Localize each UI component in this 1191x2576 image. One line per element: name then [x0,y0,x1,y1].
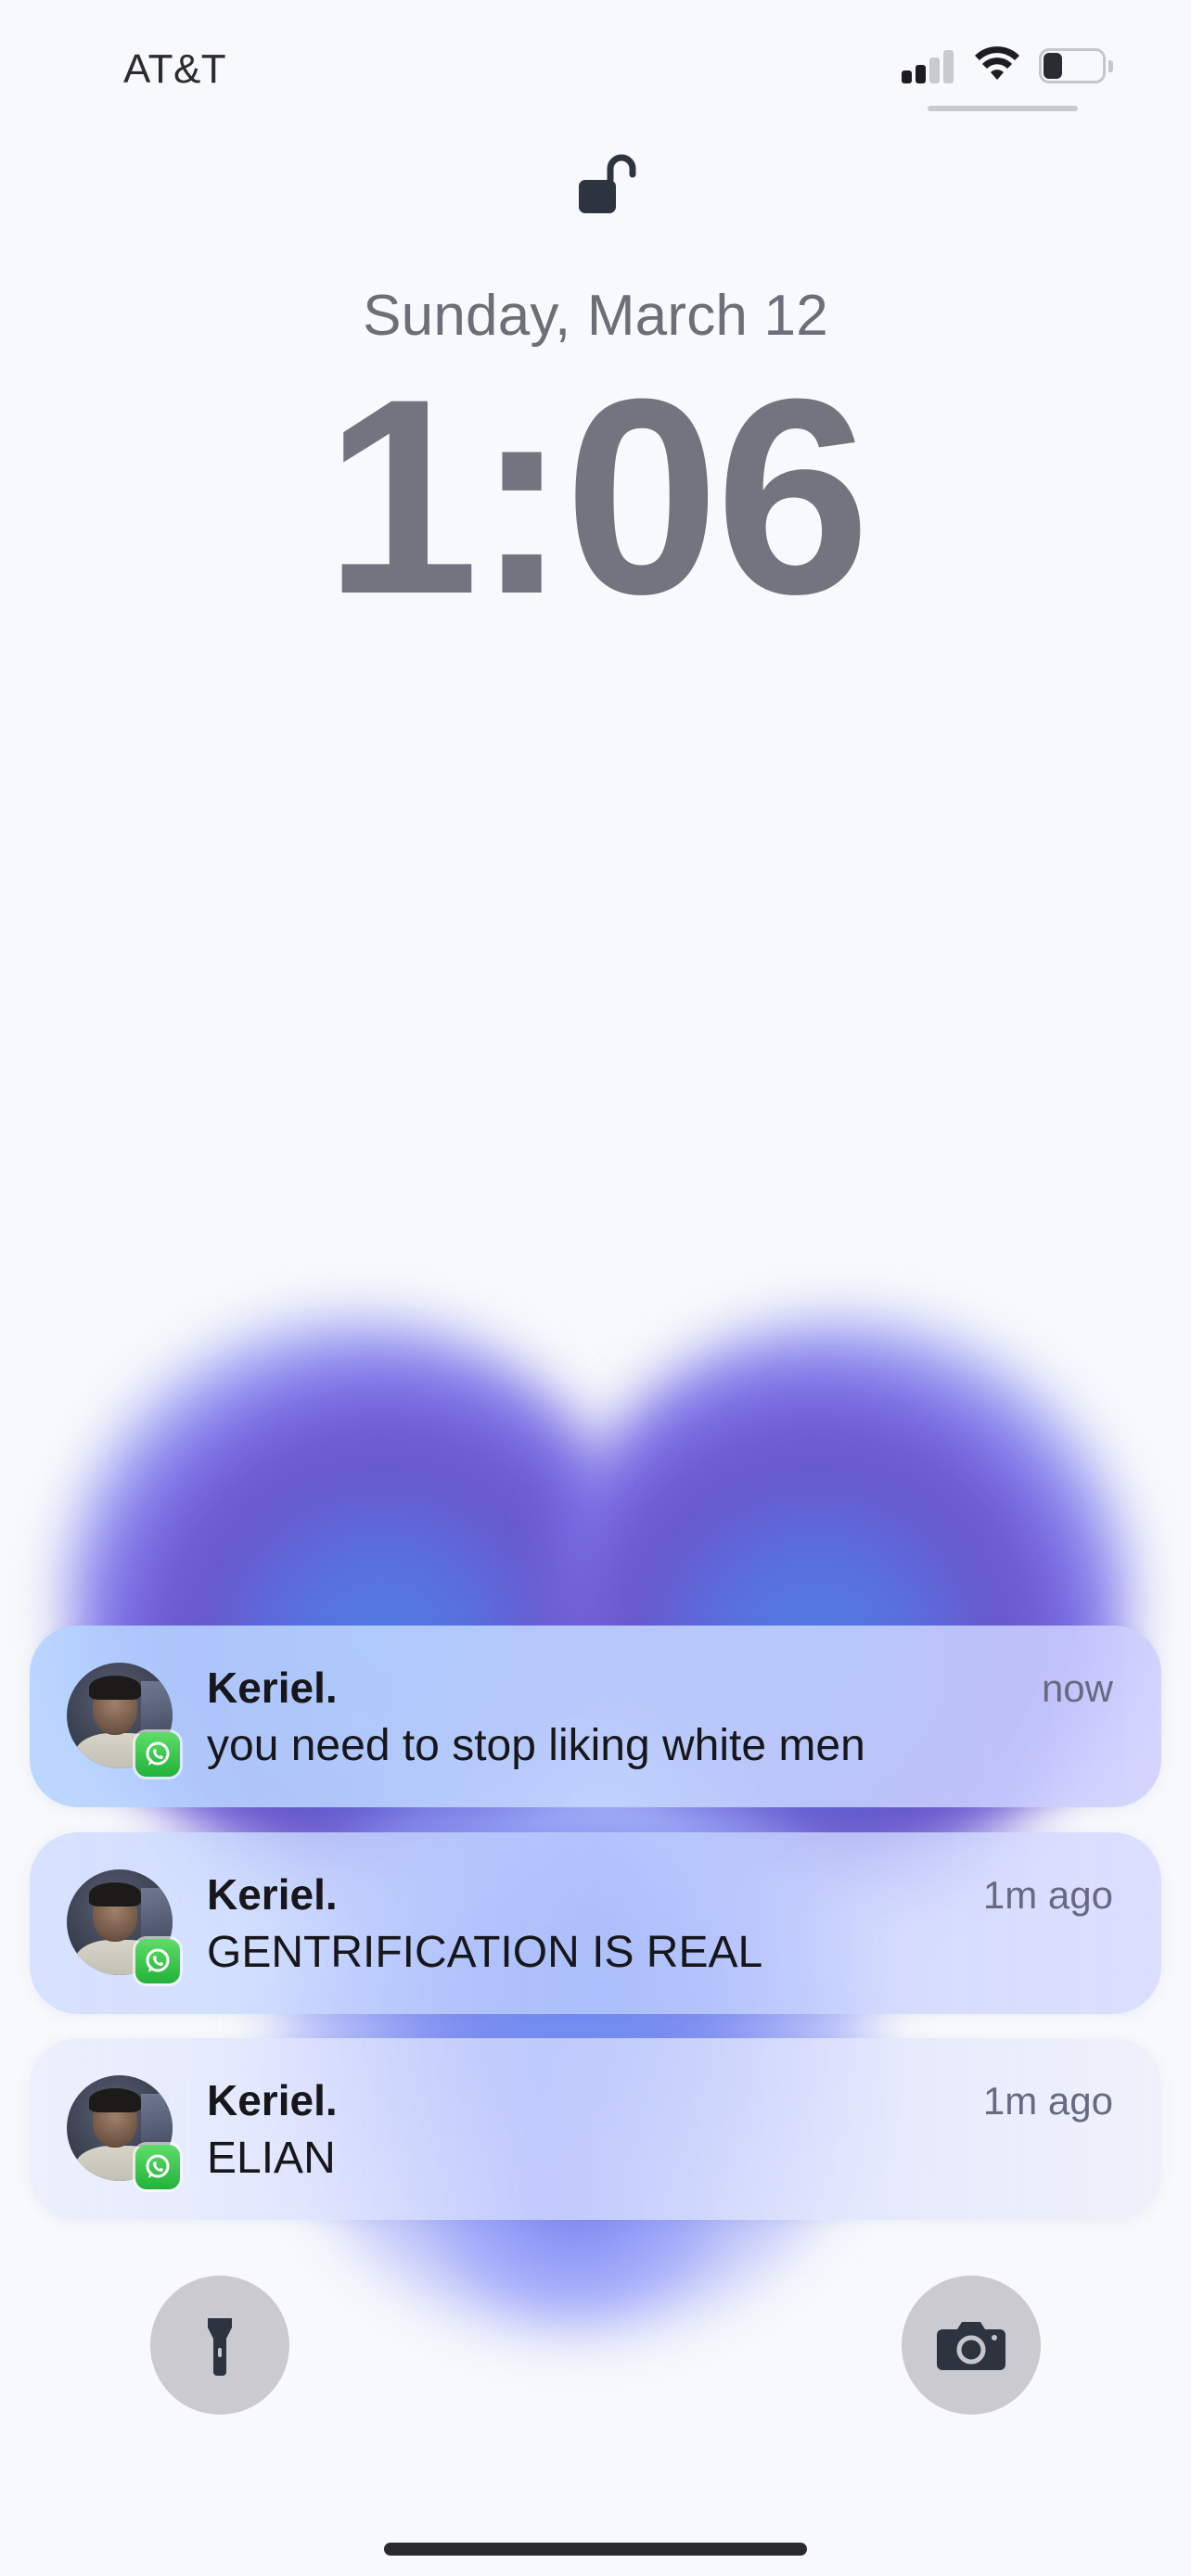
notification-message: you need to stop liking white men [207,1721,865,1770]
flashlight-button[interactable] [150,2276,289,2415]
notification-message: ELIAN [207,2134,336,2183]
carrier-label: AT&T [123,46,227,92]
whatsapp-icon [135,1732,180,1777]
notification-sender: Keriel. [207,1664,338,1712]
battery-level-fill [1044,53,1062,79]
signal-bar [929,57,940,83]
wifi-icon [975,46,1019,80]
notification-card[interactable]: Keriel. now you need to stop liking whit… [30,1626,1161,1807]
signal-bar [943,50,954,83]
notification-sender: Keriel. [207,2076,338,2124]
notification-time: 1m ago [982,1873,1113,1917]
unlocked-padlock-icon [579,154,636,213]
cellular-signal-icon [902,50,957,83]
whatsapp-icon [135,2145,180,2189]
lock-screen-date: Sunday, March 12 [363,284,828,348]
signal-bar [916,65,926,83]
notification-message: GENTRIFICATION IS REAL [207,1928,763,1977]
whatsapp-icon [135,1939,180,1983]
home-indicator[interactable] [384,2543,807,2556]
notification-card[interactable]: Keriel. 1m ago GENTRIFICATION IS REAL [30,1832,1161,2014]
battery-icon [1039,48,1115,85]
flashlight-icon [208,2318,232,2376]
status-bar: AT&T [0,0,1191,121]
battery-cap [1108,60,1113,72]
camera-button[interactable] [902,2276,1041,2415]
notification-sender: Keriel. [207,1870,338,1919]
camera-icon [937,2322,1005,2370]
notification-time: now [1041,1666,1113,1710]
notification-card[interactable]: Keriel. 1m ago ELIAN [30,2038,1161,2220]
signal-bar [902,70,912,83]
status-bar-indicator-line [928,106,1078,111]
notification-time: 1m ago [982,2079,1113,2123]
lock-screen-clock: 1:06 [324,340,870,652]
